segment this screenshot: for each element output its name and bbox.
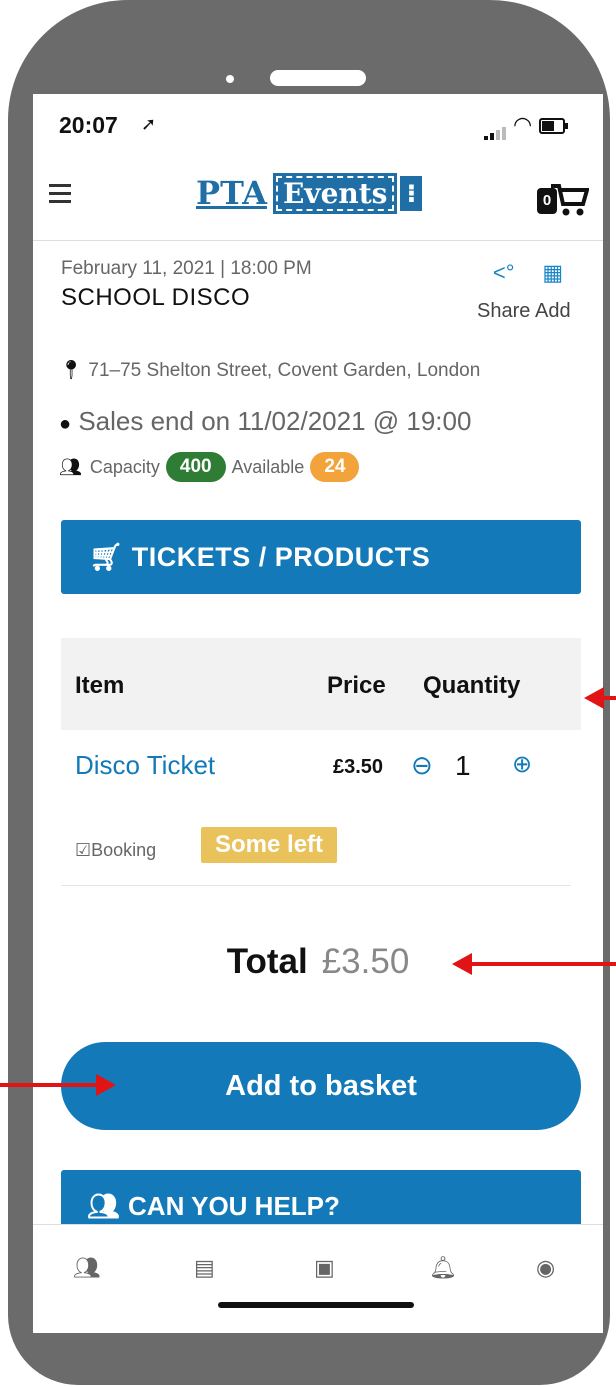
- logo-pta-text: PTA: [196, 174, 267, 212]
- map-pin-icon: 📍︎: [59, 360, 84, 381]
- tickets-table-header: Item Price Quantity: [61, 638, 581, 730]
- add-to-basket-button[interactable]: Add to basket: [61, 1042, 581, 1130]
- checkbox-icon: ☑: [75, 840, 92, 860]
- volunteers-icon: 👥︎: [87, 1190, 121, 1221]
- column-item: Item: [75, 672, 125, 699]
- cart-icon: 🛒︎: [89, 542, 124, 572]
- sales-end: ● Sales end on 11/02/2021 @ 19:00: [59, 406, 599, 437]
- calendar-icon[interactable]: ▣: [314, 1255, 335, 1281]
- users-icon: 👥︎: [59, 456, 82, 477]
- alert-icon: ●: [59, 413, 72, 435]
- divider: [61, 885, 571, 886]
- cart-icon: [551, 184, 589, 216]
- news-icon[interactable]: ▤: [194, 1255, 215, 1281]
- app-header: PTA Events ⁝ 0: [33, 156, 603, 241]
- decrease-quantity-icon[interactable]: ⊖: [411, 750, 433, 781]
- home-indicator: [218, 1302, 414, 1308]
- ticket-quantity: 1: [455, 750, 471, 781]
- stock-badge: Some left: [201, 827, 338, 863]
- share-button[interactable]: <° Share: [477, 260, 530, 323]
- event-summary: February 11, 2021 | 18:00 PM SCHOOL DISC…: [61, 258, 581, 322]
- app-screen: 20:07 ➚ ◠ PTA Events ⁝ 0 February 11, 20…: [33, 94, 603, 1333]
- ticket-price: £3.50: [333, 756, 384, 778]
- community-icon[interactable]: 👥︎: [73, 1255, 101, 1281]
- add-label: Add: [535, 300, 571, 322]
- address-text: 71–75 Shelton Street, Covent Garden, Lon…: [88, 360, 481, 381]
- help-title: CAN YOU HELP?: [128, 1190, 340, 1221]
- profile-icon[interactable]: ◉: [536, 1255, 555, 1281]
- battery-icon: [539, 118, 568, 134]
- pta-events-logo[interactable]: PTA Events ⁝: [196, 166, 423, 220]
- capacity-badge: 400: [165, 452, 226, 482]
- share-label: Share: [477, 300, 531, 322]
- add-to-calendar-button[interactable]: ▦ Add: [535, 260, 571, 323]
- capacity-row: 👥︎ Capacity 400 Available 24: [59, 452, 599, 482]
- annotation-arrow-total: [452, 953, 616, 975]
- column-quantity: Quantity: [423, 672, 521, 699]
- available-badge: 24: [310, 452, 360, 482]
- tickets-title: TICKETS / PRODUCTS: [131, 541, 431, 572]
- ticket-item-name[interactable]: Disco Ticket: [75, 750, 215, 781]
- available-label: Available: [231, 456, 305, 477]
- increase-quantity-icon[interactable]: ⊕: [512, 750, 532, 779]
- signal-icon: [484, 122, 508, 140]
- bottom-tab-bar: 👥︎ ▤ ▣ 🔔︎ ◉: [33, 1224, 603, 1333]
- total-label: Total: [226, 942, 308, 981]
- annotation-arrow-basket: [0, 1074, 116, 1096]
- calendar-add-icon: ▦: [542, 260, 564, 285]
- event-address: 📍︎ 71–75 Shelton Street, Covent Garden, …: [59, 358, 599, 382]
- logo-ticket-dots: ⁝: [400, 175, 423, 211]
- wifi-icon: ◠: [513, 112, 533, 137]
- total-amount: £3.50: [321, 942, 410, 981]
- phone-mockup: 20:07 ➚ ◠ PTA Events ⁝ 0 February 11, 20…: [0, 0, 616, 1387]
- booking-label: Booking: [91, 840, 157, 860]
- status-bar: 20:07 ➚ ◠: [33, 94, 603, 156]
- capacity-label: Capacity: [89, 456, 160, 477]
- menu-icon[interactable]: [49, 184, 71, 208]
- column-price: Price: [327, 672, 386, 699]
- front-camera: [226, 75, 234, 83]
- location-arrow-icon: ➚: [141, 114, 157, 134]
- sales-end-text: Sales end on 11/02/2021 @ 19:00: [78, 406, 472, 436]
- status-time: 20:07: [59, 112, 118, 138]
- share-icon: <°: [492, 260, 515, 285]
- cart-button[interactable]: 0: [537, 180, 589, 218]
- bell-icon[interactable]: 🔔︎: [429, 1255, 457, 1281]
- booking-type: ☑Booking: [75, 840, 156, 861]
- annotation-arrow-quantity: [584, 687, 616, 709]
- speaker-grille: [270, 70, 366, 86]
- logo-events-text: Events: [272, 172, 398, 214]
- tickets-products-header[interactable]: 🛒︎ TICKETS / PRODUCTS: [61, 520, 581, 594]
